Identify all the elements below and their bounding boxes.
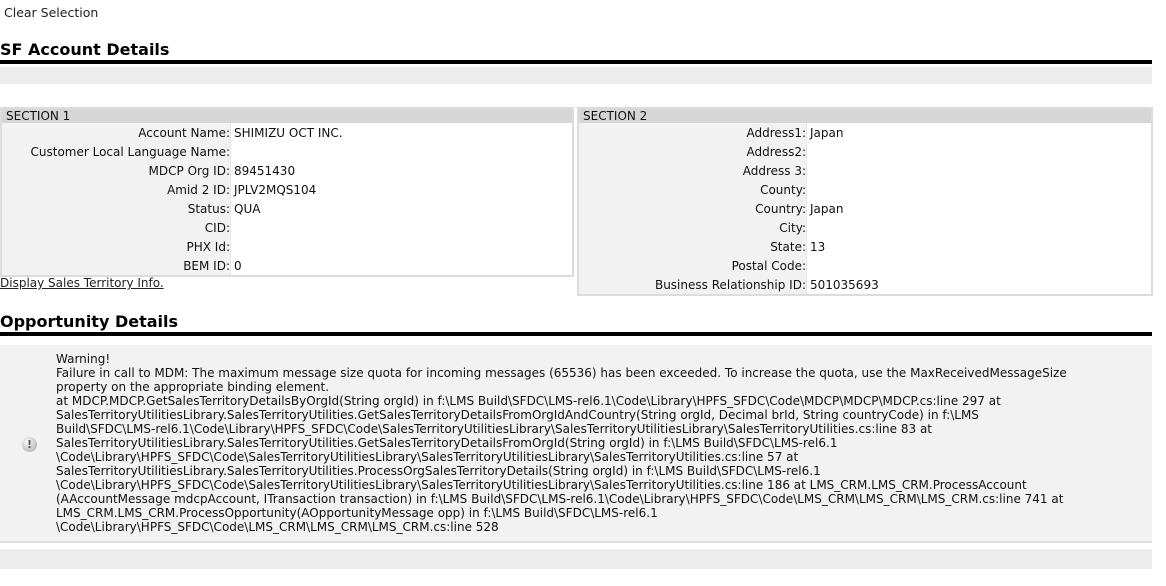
field-label: Status: [2,200,230,219]
warning-line: Warning! [56,352,111,366]
section-1-panel: SECTION 1 Account Name: SHIMIZU OCT INC.… [0,107,574,277]
field-city: City: [579,219,1151,238]
field-customer-local-language-name: Customer Local Language Name: [2,143,572,162]
warning-line: \Code\Library\HPFS_SFDC\Code\SalesTerrit… [56,450,799,464]
field-phx-id: PHX Id: [2,238,572,257]
field-address1: Address1: Japan [579,124,1151,143]
field-value: 89451430 [234,164,296,178]
warning-line: SalesTerritoryUtilitiesLibrary.SalesTerr… [56,464,821,478]
warning-line: at MDCP.MDCP.GetSalesTerritoryDetailsByO… [56,394,1001,408]
field-value: Japan [810,126,844,140]
warning-line: (AAccountMessage mdcpAccount, ITransacti… [56,492,1064,506]
field-account-name: Account Name: SHIMIZU OCT INC. [2,124,572,143]
warning-line: Failure in call to MDM: The maximum mess… [56,366,1067,380]
field-status: Status: QUA [2,200,572,219]
field-address2: Address2: [579,143,1151,162]
field-label: Customer Local Language Name: [2,143,230,162]
field-value: JPLV2MQS104 [234,183,317,197]
field-label: Address 3: [579,162,806,181]
opportunity-rule [0,332,1152,336]
warning-message: Warning! Failure in call to MDM: The max… [56,352,1146,534]
field-label: State: [579,238,806,257]
warning-line: \Code\Library\HPFS_SFDC\Code\LMS_CRM\LMS… [56,520,499,534]
field-label: Business Relationship ID: [579,276,806,294]
field-label: County: [579,181,806,200]
field-value: Japan [810,202,844,216]
field-mdcp-org-id: MDCP Org ID: 89451430 [2,162,572,181]
field-label: CID: [2,219,230,238]
field-label: Address1: [579,124,806,143]
warning-line: SalesTerritoryUtilitiesLibrary.SalesTerr… [56,408,979,422]
field-value: 13 [810,240,826,254]
field-cid: CID: [2,219,572,238]
section-1-header: SECTION 1 [2,109,572,123]
field-postal-code: Postal Code: [579,257,1151,276]
warning-line: Build\SFDC\LMS-rel6.1\Code\Library\HPFS_… [56,422,932,436]
display-sales-territory-link[interactable]: Display Sales Territory Info. [0,276,164,290]
field-label: Account Name: [2,124,230,143]
field-label: BEM ID: [2,257,230,275]
field-country: Country: Japan [579,200,1151,219]
field-label: MDCP Org ID: [2,162,230,181]
footer-band [0,549,1152,569]
field-value: QUA [234,202,261,216]
sf-account-details-title: SF Account Details [0,40,170,59]
field-label: City: [579,219,806,238]
field-county: County: [579,181,1151,200]
clear-selection-link[interactable]: Clear Selection [4,5,98,20]
section-2-panel: SECTION 2 Address1: Japan Address2: Addr… [577,107,1153,296]
opportunity-details-title: Opportunity Details [0,312,179,331]
warning-line: property on the appropriate binding elem… [56,380,330,394]
title-rule [0,60,1152,64]
field-address3: Address 3: [579,162,1151,181]
section-2-header: SECTION 2 [579,109,1151,123]
field-business-relationship-id: Business Relationship ID: 501035693 [579,276,1151,294]
field-amid-2-id: Amid 2 ID: JPLV2MQS104 [2,181,572,200]
warning-line: SalesTerritoryUtilitiesLibrary.SalesTerr… [56,436,838,450]
warning-line: LMS_CRM.LMS_CRM.ProcessOpportunity(AOppo… [56,506,658,520]
field-state: State: 13 [579,238,1151,257]
warning-line: \Code\Library\HPFS_SFDC\Code\SalesTerrit… [56,478,1027,492]
field-value: 0 [234,259,242,273]
field-label: Country: [579,200,806,219]
warning-icon: ! [22,437,37,452]
field-label: Postal Code: [579,257,806,276]
field-label: Address2: [579,143,806,162]
warning-message-box: ! Warning! Failure in call to MDM: The m… [0,345,1152,543]
field-label: PHX Id: [2,238,230,257]
toolbar-band [0,67,1152,84]
field-bem-id: BEM ID: 0 [2,257,572,275]
field-label: Amid 2 ID: [2,181,230,200]
field-value: 501035693 [810,278,879,292]
field-value: SHIMIZU OCT INC. [234,126,343,140]
